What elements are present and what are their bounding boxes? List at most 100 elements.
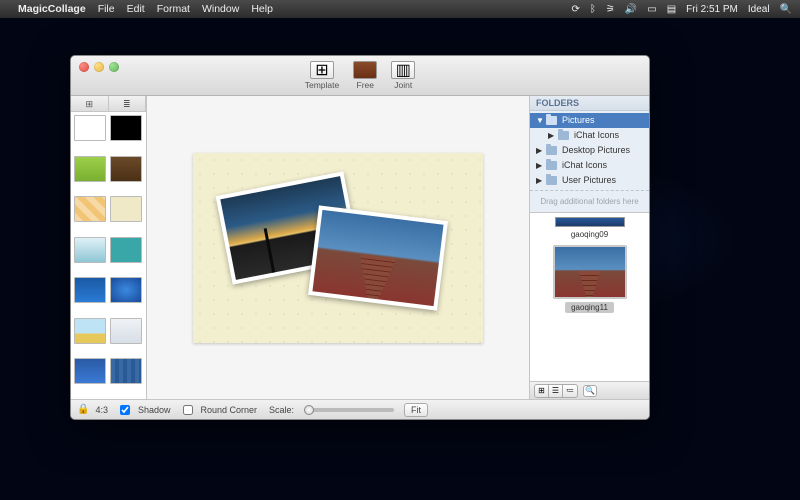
volume-icon[interactable]: 🔊 xyxy=(625,4,637,15)
canvas-bottom-bar: 🔒 4:3 Shadow Round Corner Scale: Fit xyxy=(71,399,649,419)
image-browser: gaoqing09 gaoqing11 xyxy=(530,213,649,381)
canvas-area[interactable] xyxy=(147,96,529,399)
slider-knob[interactable] xyxy=(304,405,314,415)
background-thumb[interactable] xyxy=(110,277,142,303)
minimize-button[interactable] xyxy=(94,62,104,72)
scale-slider[interactable] xyxy=(304,408,394,412)
app-window: ⊞ Template Free ▥ Joint ⊞ ≣ xyxy=(70,55,650,420)
folder-desktop-pictures[interactable]: ▶ Desktop Pictures xyxy=(530,143,649,158)
fit-button[interactable]: Fit xyxy=(404,403,428,417)
background-thumb[interactable] xyxy=(74,115,106,141)
menu-help[interactable]: Help xyxy=(251,3,273,15)
background-sidebar: ⊞ ≣ xyxy=(71,96,147,399)
background-thumb[interactable] xyxy=(110,196,142,222)
lock-icon[interactable]: 🔒 xyxy=(77,404,89,415)
disclosure-right-icon[interactable]: ▶ xyxy=(536,144,543,157)
background-thumb[interactable] xyxy=(74,277,106,303)
background-thumbnails xyxy=(71,112,146,399)
folder-ichat-icons-2[interactable]: ▶ iChat Icons xyxy=(530,158,649,173)
window-titlebar[interactable]: ⊞ Template Free ▥ Joint xyxy=(71,56,649,96)
close-button[interactable] xyxy=(79,62,89,72)
folder-pictures[interactable]: ▼ Pictures xyxy=(530,113,649,128)
folder-label: Desktop Pictures xyxy=(562,144,630,157)
scale-label: Scale: xyxy=(269,405,294,415)
folder-label: iChat Icons xyxy=(562,159,607,172)
template-label: Template xyxy=(305,80,340,90)
browser-thumb-1[interactable] xyxy=(555,217,625,227)
background-thumb[interactable] xyxy=(74,358,106,384)
user-menu[interactable]: Ideal xyxy=(748,4,770,15)
shadow-checkbox[interactable] xyxy=(120,405,130,415)
background-thumb[interactable] xyxy=(74,318,106,344)
clock[interactable]: Fri 2:51 PM xyxy=(686,4,738,15)
disclosure-right-icon[interactable]: ▶ xyxy=(548,129,555,142)
drag-hint: Drag additional folders here xyxy=(530,190,649,213)
battery-icon[interactable]: ▭ xyxy=(647,4,656,15)
aspect-ratio[interactable]: 4:3 xyxy=(95,405,108,415)
folder-ichat-icons-1[interactable]: ▶ iChat Icons xyxy=(530,128,649,143)
joint-label: Joint xyxy=(394,80,412,90)
background-thumb[interactable] xyxy=(110,318,142,344)
browser-thumb-2[interactable] xyxy=(553,245,627,299)
toolbar: ⊞ Template Free ▥ Joint xyxy=(301,59,420,92)
search-button[interactable]: 🔍 xyxy=(583,385,597,397)
window-controls xyxy=(79,62,119,72)
sidebar-tabs: ⊞ ≣ xyxy=(71,96,146,112)
disclosure-right-icon[interactable]: ▶ xyxy=(536,159,543,172)
view-list-button[interactable]: ≔ xyxy=(563,385,577,397)
browser-thumb-2-label: gaoqing11 xyxy=(565,302,614,313)
browser-view-controls: ⊞ ☰ ≔ 🔍 xyxy=(530,381,649,399)
menu-file[interactable]: File xyxy=(98,3,115,15)
wifi-icon[interactable]: ⚞ xyxy=(606,4,615,15)
app-menu[interactable]: MagicCollage xyxy=(18,3,86,15)
zoom-button[interactable] xyxy=(109,62,119,72)
menu-window[interactable]: Window xyxy=(202,3,239,15)
folder-icon xyxy=(546,116,557,125)
free-button[interactable]: Free xyxy=(349,59,381,92)
photo-2[interactable] xyxy=(308,205,448,310)
background-thumb[interactable] xyxy=(74,156,106,182)
joint-icon: ▥ xyxy=(391,61,415,79)
menu-format[interactable]: Format xyxy=(157,3,190,15)
folder-icon xyxy=(546,176,557,185)
folder-icon xyxy=(546,146,557,155)
background-thumb[interactable] xyxy=(74,237,106,263)
folders-sidebar: FOLDERS ▼ Pictures ▶ iChat Icons ▶ Deskt… xyxy=(529,96,649,399)
disclosure-down-icon[interactable]: ▼ xyxy=(536,114,543,127)
background-thumb[interactable] xyxy=(110,115,142,141)
flag-icon[interactable]: ▤ xyxy=(667,4,676,15)
view-segmented: ⊞ ☰ ≔ xyxy=(534,384,578,398)
template-button[interactable]: ⊞ Template xyxy=(301,59,344,92)
bluetooth-icon[interactable]: ᛒ xyxy=(590,4,596,15)
browser-thumb-2-image xyxy=(555,247,625,297)
collage-canvas[interactable] xyxy=(193,153,483,343)
background-thumb[interactable] xyxy=(110,156,142,182)
round-corner-checkbox[interactable] xyxy=(183,405,193,415)
disclosure-right-icon[interactable]: ▶ xyxy=(536,174,543,187)
folder-icon xyxy=(558,131,569,140)
folder-icon xyxy=(546,161,557,170)
browser-thumb-1-label: gaoqing09 xyxy=(571,230,608,239)
folder-label: iChat Icons xyxy=(574,129,619,142)
background-thumb[interactable] xyxy=(110,237,142,263)
joint-button[interactable]: ▥ Joint xyxy=(387,59,419,92)
free-icon xyxy=(353,61,377,79)
folders-header: FOLDERS xyxy=(530,96,649,111)
free-label: Free xyxy=(357,80,374,90)
folder-user-pictures[interactable]: ▶ User Pictures xyxy=(530,173,649,188)
view-columns-button[interactable]: ☰ xyxy=(549,385,563,397)
shadow-label: Shadow xyxy=(138,405,171,415)
menu-edit[interactable]: Edit xyxy=(127,3,145,15)
photo-2-image xyxy=(312,209,443,305)
tab-list[interactable]: ≣ xyxy=(109,96,147,111)
view-grid-button[interactable]: ⊞ xyxy=(535,385,549,397)
round-corner-label: Round Corner xyxy=(201,405,258,415)
tab-grid[interactable]: ⊞ xyxy=(71,96,109,111)
macos-menubar: MagicCollage File Edit Format Window Hel… xyxy=(0,0,800,18)
sync-icon[interactable]: ⟳ xyxy=(571,4,579,15)
background-thumb[interactable] xyxy=(110,358,142,384)
template-icon: ⊞ xyxy=(310,61,334,79)
spotlight-icon[interactable]: 🔍 xyxy=(780,4,792,15)
folder-label: User Pictures xyxy=(562,174,616,187)
background-thumb[interactable] xyxy=(74,196,106,222)
